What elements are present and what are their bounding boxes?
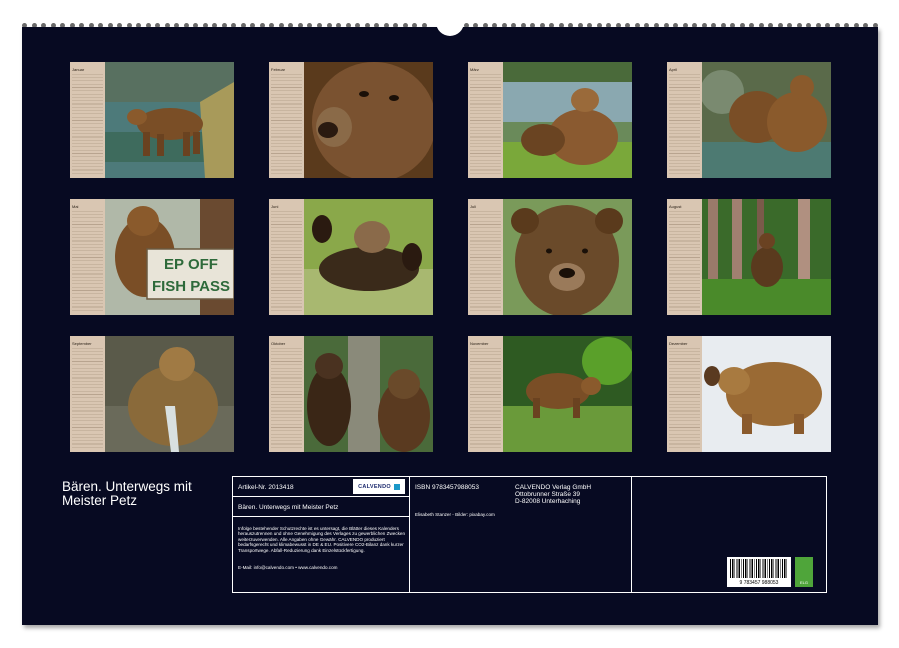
- month-tile-january: Januar: [70, 62, 234, 178]
- bear-photo: [503, 62, 632, 178]
- article-number: Artikel-Nr. 2013418: [238, 484, 294, 491]
- bear-photo: [105, 62, 234, 178]
- imprint-subtitle: Bären. Unterwegs mit Meister Petz: [238, 504, 338, 511]
- isbn: ISBN 9783457988053: [415, 484, 479, 491]
- bear-photo: [503, 199, 632, 315]
- month-tile-august: August: [667, 199, 831, 315]
- bear-photo: [304, 336, 433, 452]
- month-tile-march: März: [468, 62, 632, 178]
- bear-photo: [702, 199, 831, 315]
- month-strip: Oktober: [269, 336, 304, 452]
- bear-photo: [503, 336, 632, 452]
- bear-photo: [304, 199, 433, 315]
- month-label: Mai: [72, 204, 103, 209]
- contact-email: E-Mail: info@calvendo.com • www.calvendo…: [238, 565, 406, 570]
- bear-photo: [702, 336, 831, 452]
- month-label: November: [470, 341, 501, 346]
- month-strip: April: [667, 62, 702, 178]
- month-strip: Januar: [70, 62, 105, 178]
- bear-photo: EP OFF FISH PASS: [105, 199, 234, 315]
- month-label: Januar: [72, 67, 103, 72]
- month-strip: September: [70, 336, 105, 452]
- month-strip: Februar: [269, 62, 304, 178]
- calendar-cover: Januar Februar: [22, 27, 878, 625]
- month-tile-june: Juni: [269, 199, 433, 315]
- publisher-street: Ottobrunner Straße 39: [515, 491, 580, 498]
- month-tile-october: Oktober: [269, 336, 433, 452]
- month-label: Juni: [271, 204, 302, 209]
- month-strip: Mai: [70, 199, 105, 315]
- month-strip: August: [667, 199, 702, 315]
- month-label: August: [669, 204, 700, 209]
- month-label: Dezember: [669, 341, 700, 346]
- month-tile-july: Juli: [468, 199, 632, 315]
- month-tile-may: Mai EP OFF FISH PASS: [70, 199, 234, 315]
- month-strip: März: [468, 62, 503, 178]
- month-label: Februar: [271, 67, 302, 72]
- eco-label-icon: ELG: [795, 557, 813, 587]
- month-tile-november: November: [468, 336, 632, 452]
- month-label: September: [72, 341, 103, 346]
- month-label: März: [470, 67, 501, 72]
- publisher-city: D-82008 Unterhaching: [515, 498, 580, 505]
- month-tile-february: Februar: [269, 62, 433, 178]
- month-label: Oktober: [271, 341, 302, 346]
- publisher-name: CALVENDO Verlag GmbH: [515, 484, 591, 491]
- legal-notice: Infolge bestehender Schutzrechte ist es …: [238, 526, 406, 553]
- calendar-title: Bären. Unterwegs mit Meister Petz: [62, 480, 222, 508]
- imprint-box: Artikel-Nr. 2013418 CALVENDO Bären. Unte…: [232, 476, 827, 593]
- bear-photo: [702, 62, 831, 178]
- month-strip: Juni: [269, 199, 304, 315]
- image-credits: Elisabeth Stanzer - Bilder: pixabay.com: [415, 512, 495, 517]
- month-strip: Juli: [468, 199, 503, 315]
- barcode-number: 9 783457 988053: [729, 580, 789, 586]
- month-label: April: [669, 67, 700, 72]
- month-label: Juli: [470, 204, 501, 209]
- month-strip: Dezember: [667, 336, 702, 452]
- month-tile-september: September: [70, 336, 234, 452]
- month-strip: November: [468, 336, 503, 452]
- barcode: 9 783457 988053: [727, 557, 791, 587]
- month-tile-december: Dezember: [667, 336, 831, 452]
- month-tile-april: April: [667, 62, 831, 178]
- bear-photo: [105, 336, 234, 452]
- bear-photo: [304, 62, 433, 178]
- calvendo-logo: CALVENDO: [353, 479, 405, 494]
- sign-text-line2: FISH PASS: [152, 278, 230, 295]
- sign-text-line1: EP OFF: [164, 256, 218, 273]
